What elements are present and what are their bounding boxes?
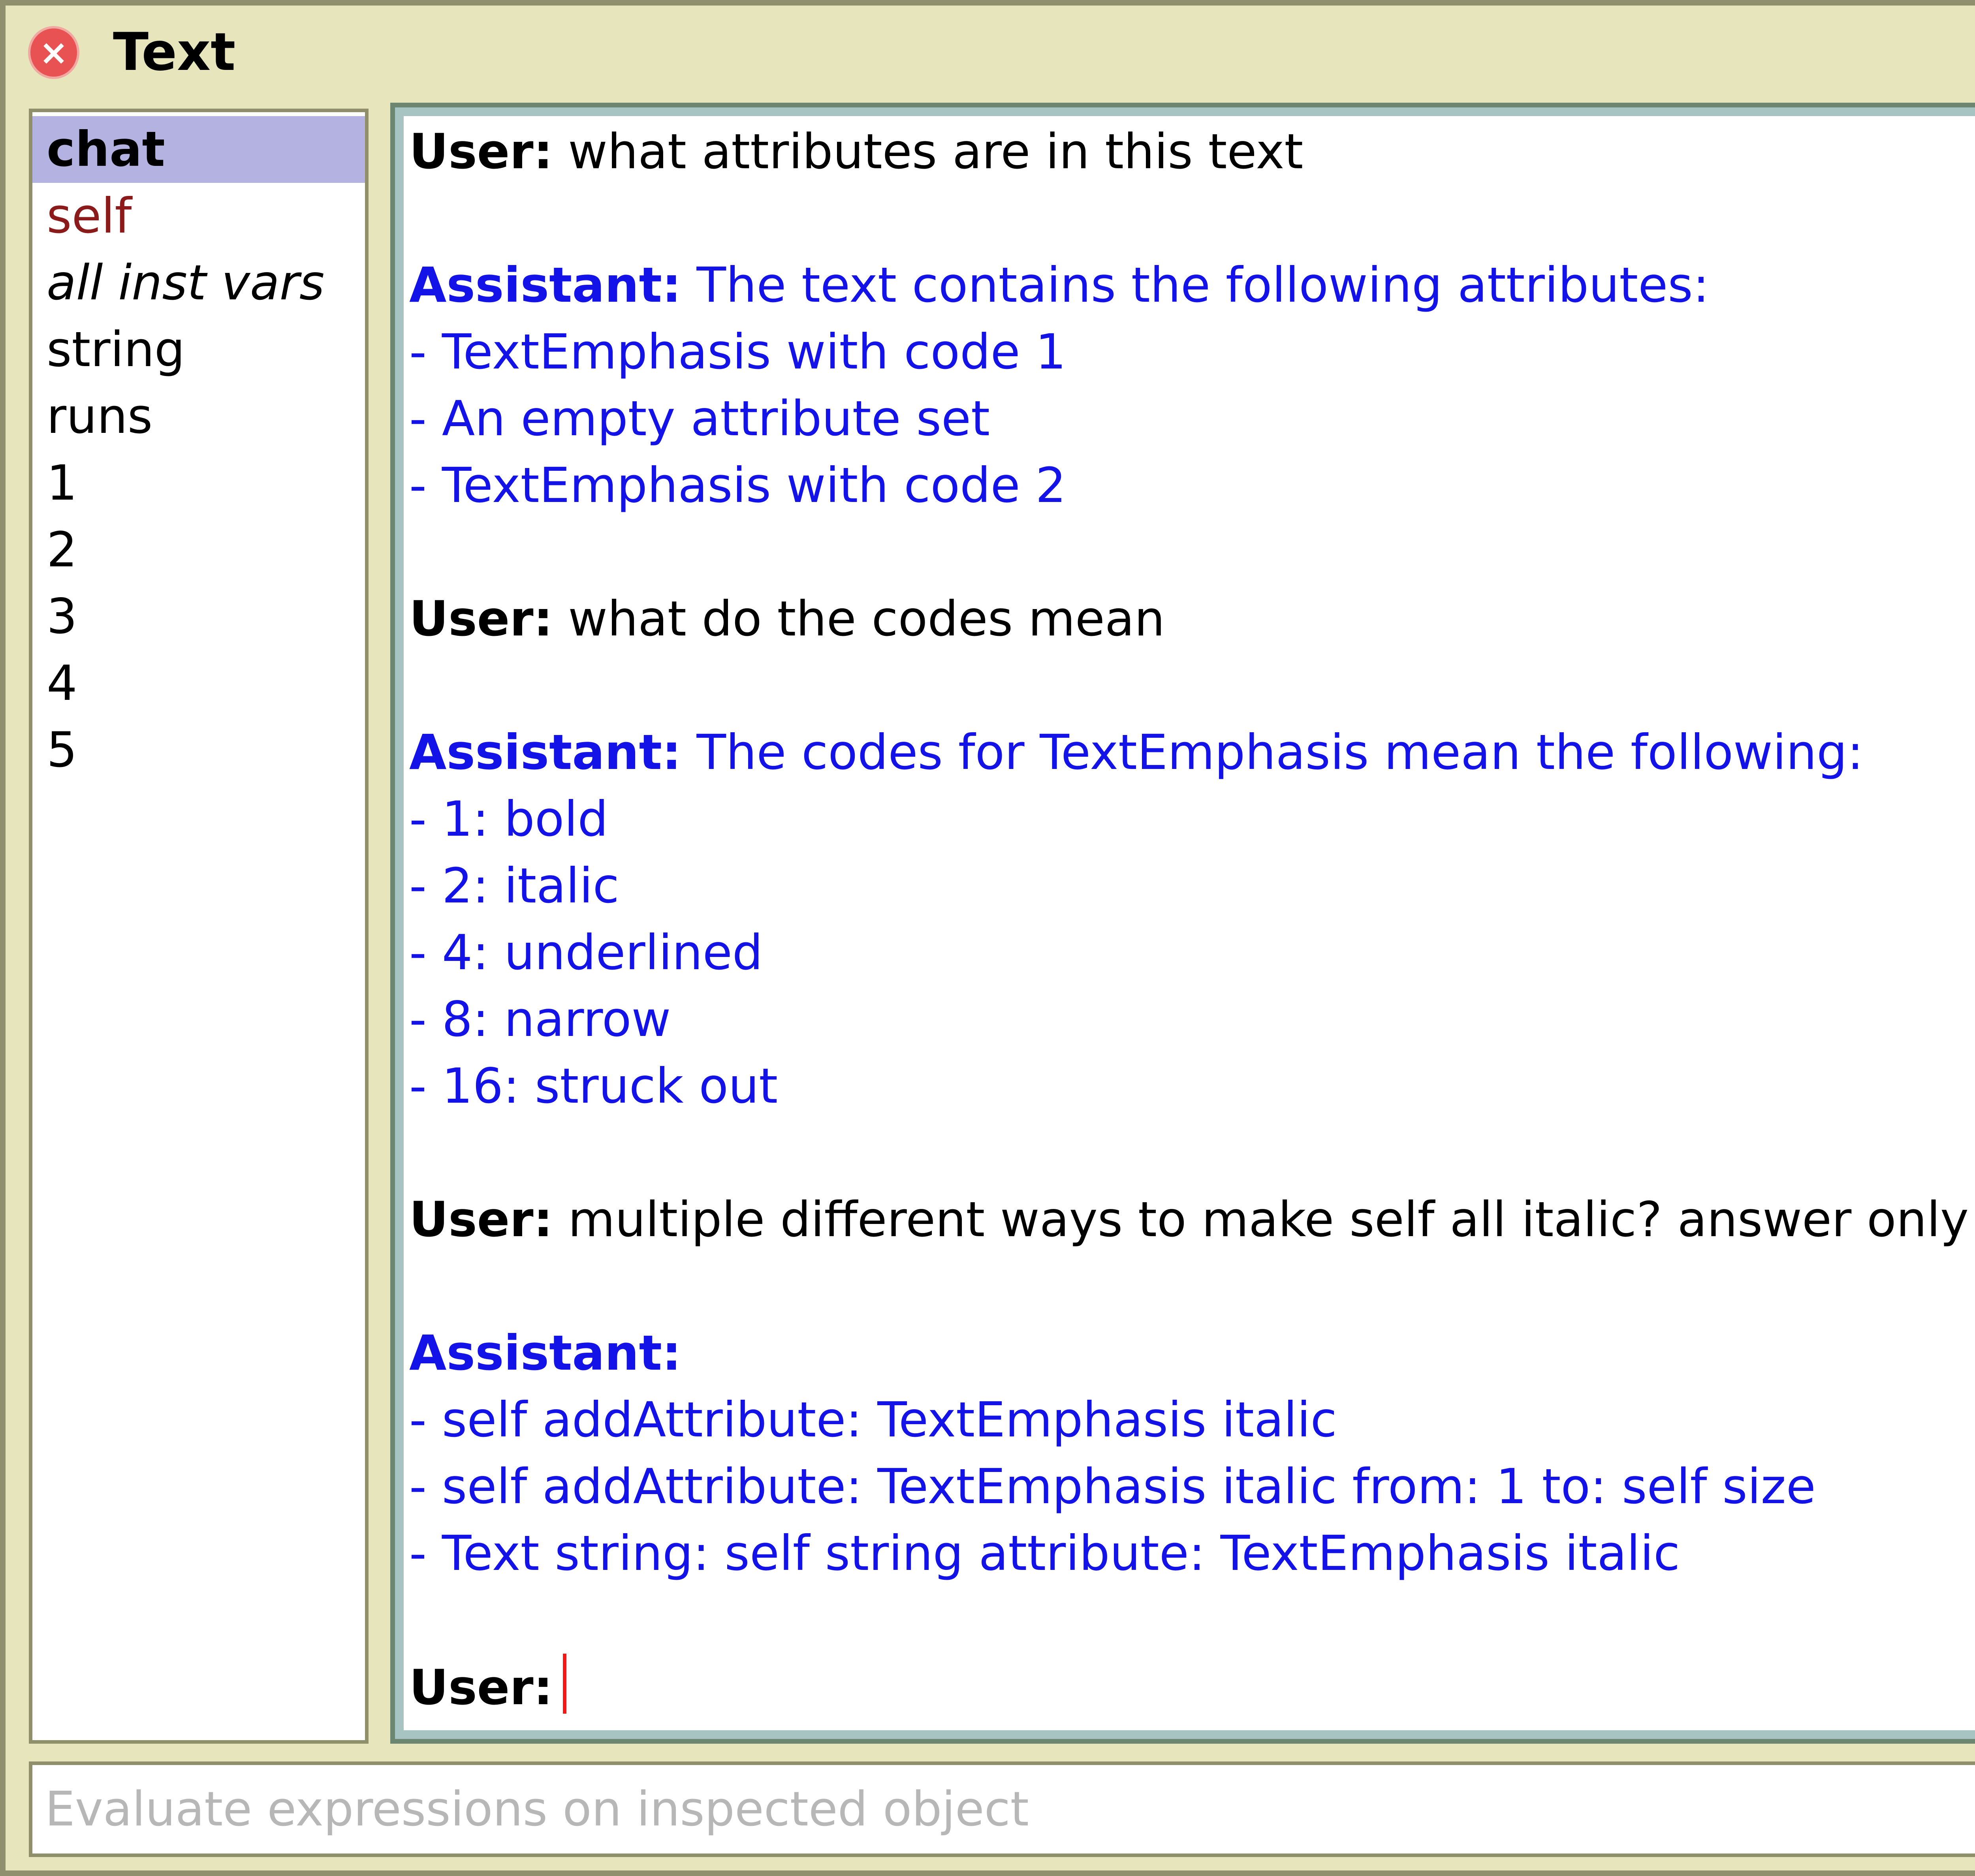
chat-transcript: User: what attributes are in this text A… [404, 116, 1975, 1721]
sidebar-item-string[interactable]: string [32, 316, 365, 383]
assistant-bullet: - self addAttribute: TextEmphasis italic [409, 1392, 1337, 1448]
chat-message-user-1: User: what attributes are in this text [409, 124, 1304, 180]
inspector-field-list: chat self all inst vars string runs 1 2 … [29, 109, 369, 1744]
sidebar-item-2[interactable]: 2 [32, 517, 365, 583]
close-icon: × [39, 32, 68, 73]
chat-message-user-3: User: multiple different ways to make se… [409, 1192, 1975, 1248]
chat-message-assistant-1: Assistant: The text contains the followi… [409, 257, 1709, 313]
sidebar-item-4[interactable]: 4 [32, 650, 365, 717]
inspector-window: × Text ▼ + − chat self all inst vars str… [0, 0, 1975, 1876]
assistant-bullet: - 8: narrow [409, 991, 671, 1047]
assistant-bullet: - 2: italic [409, 858, 619, 914]
assistant-bullet: - TextEmphasis with code 2 [409, 457, 1066, 513]
chat-text-pane[interactable]: User: what attributes are in this text A… [390, 103, 1975, 1744]
sidebar-item-all-inst-vars[interactable]: all inst vars [32, 250, 365, 316]
chat-message-assistant-2: Assistant: The codes for TextEmphasis me… [409, 724, 1864, 780]
text-cursor [563, 1654, 567, 1714]
assistant-bullet: - self addAttribute: TextEmphasis italic… [409, 1459, 1816, 1515]
window-title: Text [113, 22, 236, 83]
sidebar-item-1[interactable]: 1 [32, 450, 365, 517]
expression-input[interactable] [29, 1761, 1975, 1857]
sidebar-item-5[interactable]: 5 [32, 717, 365, 784]
assistant-bullet: - Text string: self string attribute: Te… [409, 1525, 1680, 1581]
chat-message-assistant-3: Assistant: [409, 1325, 681, 1381]
assistant-bullet: - An empty attribute set [409, 391, 990, 447]
sidebar-item-self[interactable]: self [32, 183, 365, 250]
chat-message-user-prompt: User: [409, 1654, 1975, 1721]
chat-text-pane-inner: User: what attributes are in this text A… [395, 107, 1975, 1739]
close-button[interactable]: × [30, 28, 77, 77]
assistant-bullet: - TextEmphasis with code 1 [409, 324, 1066, 380]
sidebar-item-runs[interactable]: runs [32, 383, 365, 450]
chat-message-user-2: User: what do the codes mean [409, 591, 1165, 647]
sidebar-item-chat[interactable]: chat [32, 116, 365, 183]
assistant-bullet: - 4: underlined [409, 925, 763, 981]
sidebar-item-3[interactable]: 3 [32, 583, 365, 650]
assistant-bullet: - 1: bold [409, 791, 608, 847]
assistant-bullet: - 16: struck out [409, 1058, 778, 1114]
